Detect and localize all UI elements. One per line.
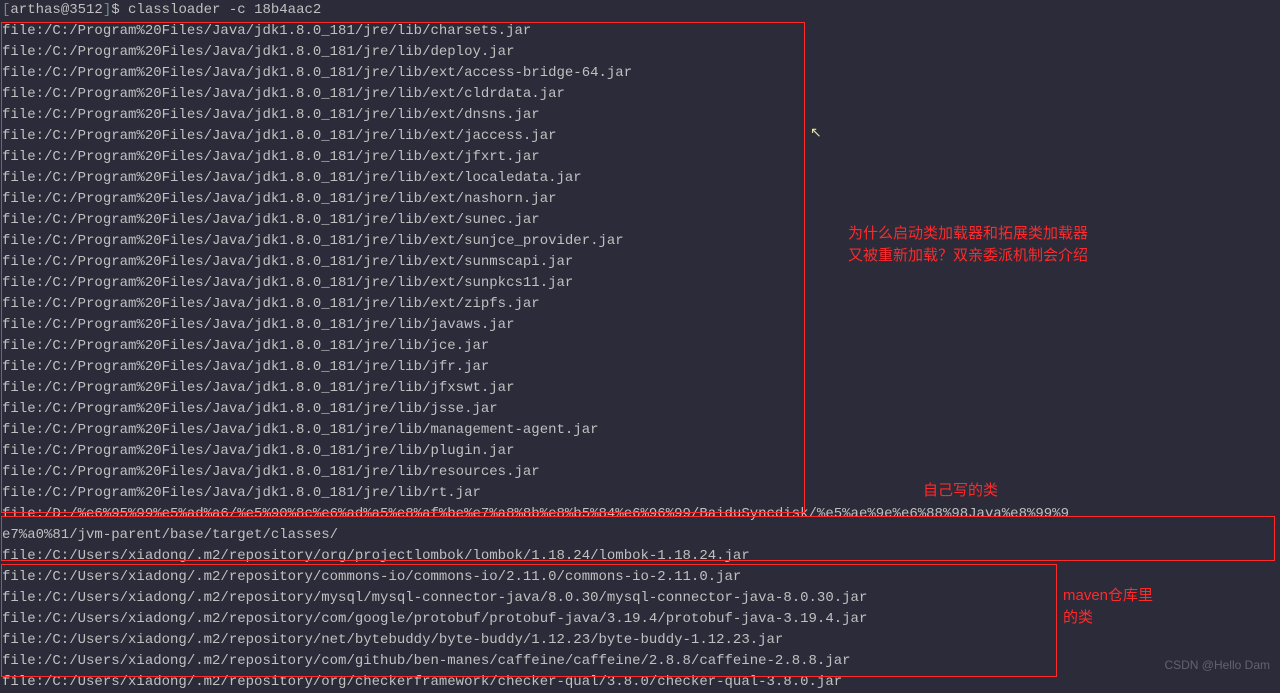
output-line: file:/C:/Program%20Files/Java/jdk1.8.0_1… bbox=[2, 126, 1069, 147]
output-line: file:/C:/Program%20Files/Java/jdk1.8.0_1… bbox=[2, 399, 1069, 420]
prompt-bracket-close: ] bbox=[103, 2, 111, 18]
annotation-text-bootstrap: 为什么启动类加载器和拓展类加载器 又被重新加载？双亲委派机制会介绍 bbox=[848, 223, 1168, 267]
annotation-line: 的类 bbox=[1063, 607, 1153, 629]
output-line: file:/C:/Users/xiadong/.m2/repository/or… bbox=[2, 672, 1069, 693]
output-line: file:/C:/Program%20Files/Java/jdk1.8.0_1… bbox=[2, 189, 1069, 210]
output-line: file:/C:/Users/xiadong/.m2/repository/co… bbox=[2, 651, 1069, 672]
output-line: file:/C:/Program%20Files/Java/jdk1.8.0_1… bbox=[2, 63, 1069, 84]
output-line: file:/C:/Program%20Files/Java/jdk1.8.0_1… bbox=[2, 441, 1069, 462]
output-line: file:/C:/Users/xiadong/.m2/repository/my… bbox=[2, 588, 1069, 609]
annotation-line: maven仓库里 bbox=[1063, 585, 1153, 607]
output-line: file:/C:/Program%20Files/Java/jdk1.8.0_1… bbox=[2, 273, 1069, 294]
output-line: file:/C:/Program%20Files/Java/jdk1.8.0_1… bbox=[2, 147, 1069, 168]
watermark-text: CSDN @Hello Dam bbox=[1164, 658, 1270, 672]
output-line: file:/C:/Users/xiadong/.m2/repository/co… bbox=[2, 567, 1069, 588]
annotation-line: 又被重新加载？双亲委派机制会介绍 bbox=[848, 245, 1168, 267]
output-line: file:/C:/Program%20Files/Java/jdk1.8.0_1… bbox=[2, 105, 1069, 126]
output-line: file:/C:/Program%20Files/Java/jdk1.8.0_1… bbox=[2, 462, 1069, 483]
output-line: file:/C:/Program%20Files/Java/jdk1.8.0_1… bbox=[2, 84, 1069, 105]
annotation-text-userclass: 自己写的类 bbox=[923, 480, 998, 502]
output-line: file:/C:/Program%20Files/Java/jdk1.8.0_1… bbox=[2, 294, 1069, 315]
prompt-sym: $ bbox=[111, 2, 119, 18]
output-line: file:/C:/Program%20Files/Java/jdk1.8.0_1… bbox=[2, 483, 1069, 504]
output-line: file:/C:/Program%20Files/Java/jdk1.8.0_1… bbox=[2, 420, 1069, 441]
output-line: file:/C:/Program%20Files/Java/jdk1.8.0_1… bbox=[2, 42, 1069, 63]
prompt-line: [arthas@3512]$ classloader -c 18b4aac2 bbox=[2, 0, 1069, 21]
annotation-line: 自己写的类 bbox=[923, 482, 998, 499]
output-line: file:/C:/Program%20Files/Java/jdk1.8.0_1… bbox=[2, 357, 1069, 378]
output-line: file:/C:/Program%20Files/Java/jdk1.8.0_1… bbox=[2, 378, 1069, 399]
annotation-text-maven: maven仓库里 的类 bbox=[1063, 585, 1153, 629]
output-line: file:/D:/%e6%95%99%e5%ad%a6/%e5%90%8c%e6… bbox=[2, 504, 1069, 525]
output-line: file:/C:/Program%20Files/Java/jdk1.8.0_1… bbox=[2, 315, 1069, 336]
output-line: file:/C:/Users/xiadong/.m2/repository/ne… bbox=[2, 630, 1069, 651]
annotation-line: 为什么启动类加载器和拓展类加载器 bbox=[848, 223, 1168, 245]
output-line: e7%a0%81/jvm-parent/base/target/classes/ bbox=[2, 525, 1069, 546]
output-line: file:/C:/Program%20Files/Java/jdk1.8.0_1… bbox=[2, 168, 1069, 189]
output-line: file:/C:/Program%20Files/Java/jdk1.8.0_1… bbox=[2, 21, 1069, 42]
output-line: file:/C:/Program%20Files/Java/jdk1.8.0_1… bbox=[2, 336, 1069, 357]
prompt-userhost: arthas@3512 bbox=[10, 2, 102, 18]
terminal-output[interactable]: [arthas@3512]$ classloader -c 18b4aac2 f… bbox=[0, 0, 1071, 693]
output-line: file:/C:/Users/xiadong/.m2/repository/co… bbox=[2, 609, 1069, 630]
command-text: classloader -c 18b4aac2 bbox=[128, 2, 321, 18]
output-line: file:/C:/Users/xiadong/.m2/repository/or… bbox=[2, 546, 1069, 567]
